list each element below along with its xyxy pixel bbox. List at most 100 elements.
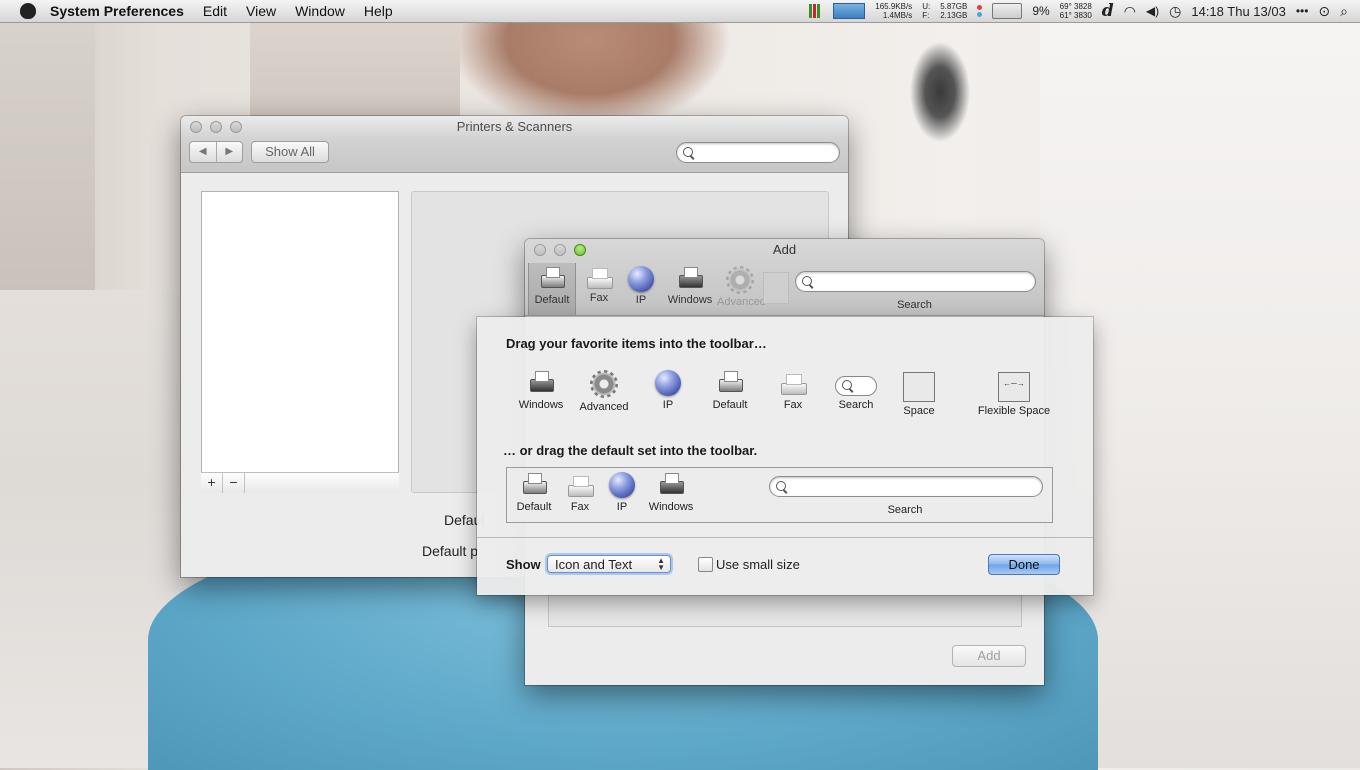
search-icon [842,380,852,390]
disk-labels: U: F: [922,2,930,20]
zoom-button[interactable] [230,121,242,133]
small-size-checkbox[interactable] [698,557,713,572]
window-title: Printers & Scanners [456,119,573,134]
palette-flexible-space[interactable]: Flexible Space [969,372,1059,417]
toolbar-default[interactable]: Default [528,263,576,315]
palette-advanced[interactable]: Advanced [569,370,639,413]
search-icon [683,147,693,157]
menu-help[interactable]: Help [364,3,393,19]
default-set-search [769,476,1043,497]
spotlight-icon[interactable]: ⌕ [1340,3,1348,20]
menu-bar: System Preferences Edit View Window Help… [0,0,1360,23]
printer-search-icon [717,370,743,396]
zoom-button[interactable] [574,244,586,256]
search-input[interactable] [676,142,840,163]
door [250,22,460,122]
flexible-space-icon [998,372,1030,402]
default-set-well[interactable]: Default Fax IP Windows Search [506,467,1053,523]
palette-search[interactable]: Search [821,372,891,411]
time-machine-icon[interactable]: ◷ [1169,3,1181,20]
show-select[interactable]: Icon and Text ▲ ▼ [547,555,671,573]
select-arrows-icon: ▲ ▼ [657,556,665,572]
disk-usage[interactable]: 5.87GB 2.13GB [940,2,967,20]
battery-percent[interactable]: 9% [1032,4,1049,18]
default-paper-label: Default p [422,543,479,559]
show-all-button[interactable]: Show All [251,141,329,163]
minimize-button[interactable] [554,244,566,256]
menu-window[interactable]: Window [295,3,345,19]
net-up: 165.9KB/s [875,2,913,11]
volume-icon[interactable]: ◀) [1146,4,1159,18]
menu-app-name[interactable]: System Preferences [50,3,184,19]
disk-u: 5.87GB [940,2,968,11]
palette-windows-label: Windows [518,399,564,411]
remove-printer-button[interactable]: − [223,473,245,493]
menu-view[interactable]: View [246,3,276,19]
palette-space-label: Space [903,405,935,417]
printer-search-icon [521,472,547,498]
menu-edit[interactable]: Edit [203,3,227,19]
search-icon [802,276,812,286]
apple-icon[interactable] [20,3,36,19]
globe-icon [628,266,654,292]
notification-icon[interactable]: ⊙ [1318,3,1330,20]
palette-windows[interactable]: Windows [506,370,576,411]
palette-default[interactable]: Default [695,370,765,411]
temp-bottom: 61° 3830 [1059,11,1092,20]
add-printer-button[interactable]: + [201,473,223,493]
customize-toolbar-sheet: Drag your favorite items into the toolba… [477,317,1093,595]
back-button[interactable]: ◀ [190,142,217,162]
temp-top: 69° 3828 [1059,2,1092,11]
palette-flexible-space-label: Flexible Space [977,405,1051,417]
close-button[interactable] [190,121,202,133]
toolbar-advanced[interactable]: Advanced [717,266,766,308]
toolbar-advanced-label: Advanced [717,296,766,308]
window-controls [190,121,242,133]
printer-list[interactable] [201,191,399,493]
add-search-label: Search [897,299,932,311]
fax-icon [780,372,807,396]
palette-default-label: Default [712,399,748,411]
toolbar-windows[interactable]: Windows [667,266,713,306]
default-set-ip-label: IP [616,501,628,513]
forward-button[interactable]: ▶ [217,142,243,162]
temperature[interactable]: 69° 3828 61° 3830 [1060,2,1092,20]
palette-fax[interactable]: Fax [758,372,828,411]
printer-search-icon [539,266,565,292]
toolbar-windows-label: Windows [667,294,713,306]
clock[interactable]: 14:18 Thu 13/03 [1191,4,1285,19]
toolbar-ip[interactable]: IP [618,266,664,306]
fax-icon [586,266,613,290]
add-toolbar: Add Default Fax IP Windows Advanced Sear… [525,239,1044,316]
done-button[interactable]: Done [988,554,1060,575]
nav-buttons: ◀ ▶ [189,141,243,163]
network-graph-icon[interactable] [833,3,866,19]
cpu-meter-icon[interactable] [809,4,824,18]
add-window-controls [534,244,586,256]
add-window-title: Add [772,242,797,257]
status-dots-icon [977,5,983,17]
palette-ip[interactable]: IP [633,370,703,411]
globe-icon [655,370,681,396]
toolbar-fax[interactable]: Fax [576,266,622,304]
battery-icon[interactable] [992,3,1023,19]
disk-f-label: F: [922,11,930,20]
minimize-button[interactable] [210,121,222,133]
globe-icon [609,472,635,498]
close-button[interactable] [534,244,546,256]
disk-u-label: U: [922,2,931,11]
search-field-icon [835,376,877,396]
more-icon[interactable]: ••• [1296,4,1309,18]
palette-search-label: Search [838,399,874,411]
show-label: Show [506,557,541,572]
wifi-icon[interactable]: ◠ [1124,3,1136,20]
add-button[interactable]: Add [952,645,1026,667]
dictionary-icon[interactable]: d [1102,1,1114,21]
default-set-windows-label: Windows [648,501,694,513]
palette-space[interactable]: Space [884,372,954,417]
network-speed[interactable]: 165.9KB/s 1.4MB/s [875,2,912,20]
add-search-input[interactable] [795,271,1036,292]
toolbar-space-placeholder [763,272,789,304]
net-down: 1.4MB/s [882,11,913,20]
printers-titlebar: Printers & Scanners [181,116,848,138]
